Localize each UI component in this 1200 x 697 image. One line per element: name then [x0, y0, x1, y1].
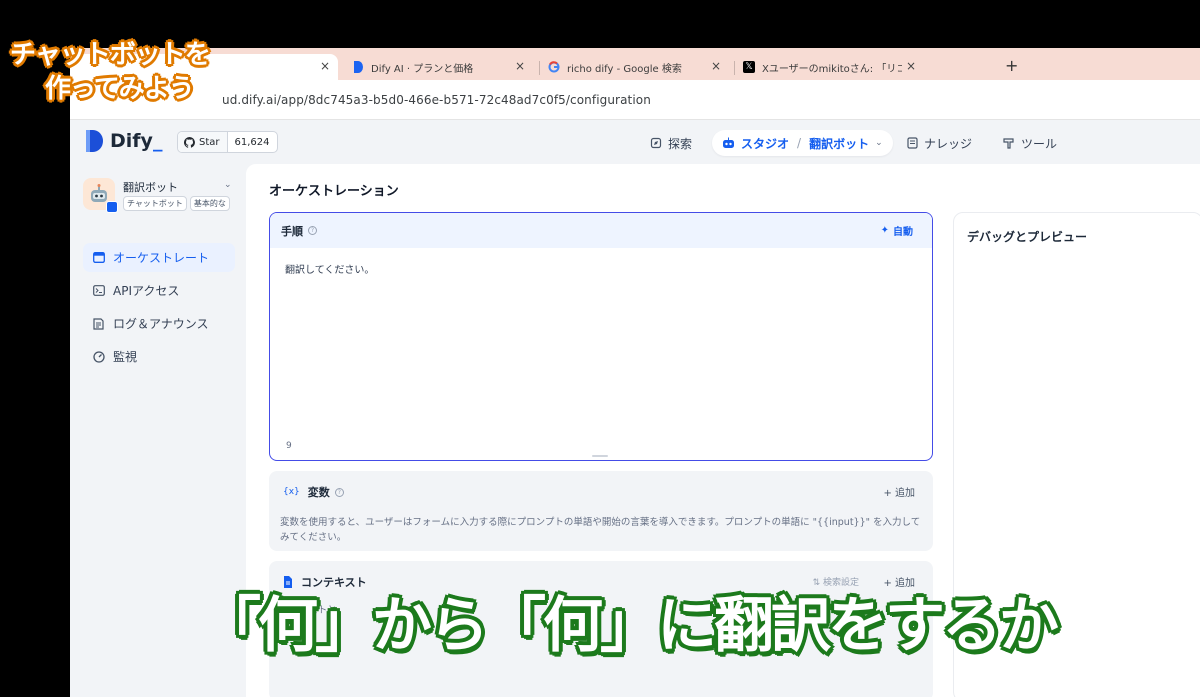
x-favicon-icon: 𝕏: [743, 61, 755, 73]
chevron-down-icon[interactable]: ⌄: [875, 138, 883, 148]
file-text-icon: [93, 317, 105, 330]
gauge-icon: [93, 350, 105, 363]
nav-explore[interactable]: 探索: [650, 130, 692, 156]
github-star-widget[interactable]: Star 61,624: [177, 131, 278, 153]
book-icon: [907, 137, 918, 149]
help-icon[interactable]: ?: [334, 487, 344, 497]
prompt-header: 手順 ? ✦ 自動: [270, 213, 932, 248]
close-icon[interactable]: ×: [711, 59, 721, 73]
chatbot-badge-icon: [106, 201, 118, 213]
sidebar-item-label: オーケストレート: [113, 251, 210, 265]
overlay-title: チャットボットを 作ってみよう: [10, 38, 250, 106]
tab-title: Dify AI · プランと価格: [371, 63, 474, 75]
variable-icon: {x}: [283, 487, 300, 497]
new-tab-button[interactable]: +: [1005, 56, 1018, 75]
app-name: 翻訳ボット: [123, 181, 178, 194]
nav-studio-app-label[interactable]: 翻訳ボット: [809, 135, 869, 152]
tab-separator: [734, 61, 735, 75]
app-tag: 基本的な: [189, 196, 230, 211]
plus-icon: +: [883, 488, 895, 499]
debug-preview-title: デバッグとプレビュー: [967, 230, 1088, 244]
app-tags: チャットボット 基本的な: [123, 196, 230, 211]
overlay-title-line1: チャットボットを: [10, 40, 211, 70]
sidebar-item-label: 監視: [113, 350, 138, 364]
github-star-label: Star: [199, 136, 220, 148]
app-tag: チャットボット: [123, 196, 187, 211]
variables-header: {x} 変数 ?: [283, 484, 344, 500]
sidebar-item-api-access[interactable]: APIアクセス: [83, 276, 235, 305]
dify-logo[interactable]: Dify _: [84, 129, 162, 153]
char-count: 9: [286, 441, 292, 451]
hammer-icon: [1003, 137, 1015, 149]
prompt-textarea[interactable]: 翻訳してください。: [270, 248, 932, 289]
retrieval-setting-button[interactable]: ⇅ 検索設定: [813, 575, 859, 588]
terminal-icon: [93, 285, 105, 296]
variables-description: 変数を使用すると、ユーザーはフォームに入力する際にプロンプトの単語や開始の言葉を…: [280, 517, 921, 543]
browser-tab-google[interactable]: richo dify - Google 検索 ×: [544, 54, 729, 80]
file-icon: [283, 576, 293, 588]
nav-tools-label: ツール: [1021, 136, 1058, 151]
resize-handle[interactable]: [592, 455, 608, 457]
variables-section: {x} 変数 ? + 追加 変数を使用すると、ユーザーはフォームに入力する際にプ…: [269, 471, 933, 551]
logo-cursor: _: [152, 130, 163, 152]
close-icon[interactable]: ×: [906, 59, 916, 73]
page-title: オーケストレーション: [269, 184, 399, 199]
nav-divider: /: [797, 136, 802, 150]
auto-generate-label: 自動: [893, 227, 913, 238]
prompt-label: 手順: [281, 224, 303, 238]
url-text[interactable]: ud.dify.ai/app/8dc745a3-b5d0-466e-b571-7…: [222, 93, 651, 107]
nav-knowledge[interactable]: ナレッジ: [907, 130, 972, 156]
dify-logo-icon: [86, 130, 103, 152]
overlay-title-line2: 作ってみよう: [45, 74, 195, 104]
logo-text: Dify: [110, 130, 153, 152]
sidebar-item-logs[interactable]: ログ＆アナウンス: [83, 309, 235, 338]
github-star-count: 61,624: [234, 136, 270, 148]
prompt-editor[interactable]: 手順 ? ✦ 自動 翻訳してください。 9: [269, 212, 933, 461]
app-header: Dify _ Star 61,624 探索 スタジオ / 翻訳ボット ⌄ ナレッ…: [70, 120, 1200, 164]
add-label: 追加: [895, 488, 915, 499]
google-favicon-icon: [548, 61, 560, 73]
close-icon[interactable]: ×: [320, 59, 330, 73]
variables-label: 変数: [307, 486, 330, 499]
overlay-caption: 「何」から「何」に翻訳をするか: [201, 591, 1059, 661]
add-context-button[interactable]: + 追加: [883, 574, 915, 589]
auto-generate-button[interactable]: ✦ 自動: [881, 223, 913, 238]
chevron-down-icon[interactable]: ⌄: [224, 180, 232, 190]
tab-title: richo dify - Google 検索: [567, 63, 682, 75]
nav-tools[interactable]: ツール: [1003, 130, 1057, 156]
app-info-card[interactable]: 翻訳ボット ⌄ チャットボット 基本的な: [83, 178, 233, 218]
compass-icon: [650, 137, 662, 149]
github-star-button[interactable]: Star: [178, 132, 228, 152]
browser-tab-x[interactable]: 𝕏 Xユーザーのmikitoさん: 「リコー ×: [739, 54, 924, 80]
nav-explore-label: 探索: [668, 136, 693, 151]
browser-tab-dify-pricing[interactable]: Dify AI · プランと価格 ×: [348, 54, 533, 80]
layout-icon: [93, 252, 105, 263]
add-variable-button[interactable]: + 追加: [883, 484, 915, 499]
sidebar-item-label: APIアクセス: [113, 284, 180, 298]
nav-knowledge-label: ナレッジ: [924, 136, 973, 151]
dify-favicon-icon: [352, 61, 364, 73]
robot-icon: [722, 137, 735, 149]
tab-title: Xユーザーのmikitoさん: 「リコー: [762, 63, 902, 75]
sidebar-item-monitoring[interactable]: 監視: [83, 342, 235, 371]
help-icon[interactable]: ?: [308, 226, 317, 235]
sidebar-item-orchestrate[interactable]: オーケストレート: [83, 243, 235, 272]
close-icon[interactable]: ×: [515, 59, 525, 73]
sidebar-item-label: ログ＆アナウンス: [113, 317, 209, 331]
nav-studio[interactable]: スタジオ / 翻訳ボット ⌄: [712, 130, 893, 156]
github-icon: [184, 136, 195, 148]
sliders-icon: ⇅: [812, 578, 823, 588]
nav-studio-label: スタジオ: [741, 136, 790, 151]
tab-separator: [539, 61, 540, 75]
retrieval-setting-label: 検索設定: [822, 578, 859, 588]
sparkle-icon: ✦: [880, 225, 889, 236]
app-avatar: [83, 178, 118, 213]
